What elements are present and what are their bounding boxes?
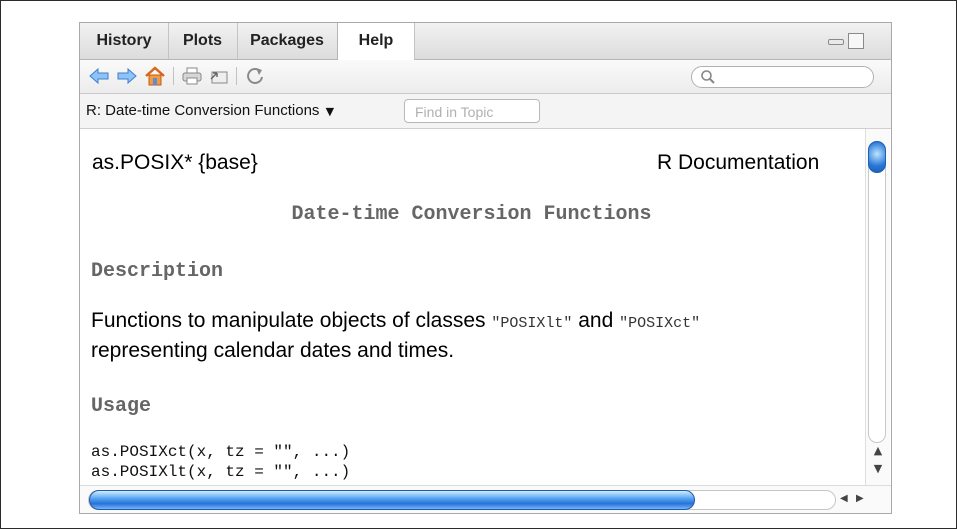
description-text: Functions to manipulate objects of class… xyxy=(91,307,861,364)
scroll-up-icon[interactable]: ▲ xyxy=(870,445,886,457)
vertical-scrollbar[interactable]: ▲ ▼ xyxy=(865,129,890,485)
code-posixct: "POSIXct" xyxy=(619,315,701,332)
home-icon xyxy=(145,66,165,86)
forward-arrow-icon xyxy=(117,68,137,84)
tab-bar: History Plots Packages Help xyxy=(80,23,891,60)
help-pane: History Plots Packages Help R: Date-time… xyxy=(79,22,892,514)
scroll-right-icon[interactable]: ▶ xyxy=(856,493,864,504)
print-icon xyxy=(182,67,202,85)
tab-history[interactable]: History xyxy=(80,23,169,59)
refresh-button[interactable] xyxy=(244,65,266,87)
horizontal-scroll-thumb[interactable] xyxy=(89,490,695,510)
back-button[interactable] xyxy=(88,65,110,87)
doc-title: Date-time Conversion Functions xyxy=(291,203,652,226)
home-button[interactable] xyxy=(144,65,166,87)
tab-plots[interactable]: Plots xyxy=(168,23,238,59)
description-pre: Functions to manipulate objects of class… xyxy=(91,309,492,332)
help-content: as.POSIX* {base} R Documentation Date-ti… xyxy=(80,129,863,485)
usage-heading: Usage xyxy=(91,395,152,418)
topic-bar: R: Date-time Conversion Functions ▼ Find… xyxy=(80,94,891,129)
code-posixlt: "POSIXlt" xyxy=(491,315,573,332)
usage-line: as.POSIXct(x, tz = "", ...) xyxy=(91,443,351,461)
toolbar-separator xyxy=(236,67,237,85)
tab-packages[interactable]: Packages xyxy=(237,23,338,59)
screenshot-frame: History Plots Packages Help R: Date-time… xyxy=(0,0,957,529)
topic-title: R: Date-time Conversion Functions xyxy=(86,102,320,119)
refresh-icon xyxy=(247,68,263,84)
doc-source: R Documentation xyxy=(657,151,820,174)
maximize-icon[interactable] xyxy=(848,33,864,49)
chevron-down-icon: ▼ xyxy=(325,105,335,118)
help-search-input[interactable] xyxy=(691,66,874,88)
vertical-scroll-track xyxy=(868,141,886,443)
horizontal-scrollbar[interactable]: ◀ ▶ xyxy=(80,485,891,513)
minimize-icon[interactable] xyxy=(828,39,844,45)
open-in-window-icon xyxy=(210,71,228,84)
vertical-scroll-thumb[interactable] xyxy=(868,141,886,173)
search-icon xyxy=(701,70,715,84)
scroll-left-icon[interactable]: ◀ xyxy=(840,493,848,504)
back-arrow-icon xyxy=(89,68,109,84)
tab-help[interactable]: Help xyxy=(337,23,415,60)
find-in-topic-field[interactable]: Find in Topic xyxy=(404,99,540,123)
toolbar-separator xyxy=(173,67,174,85)
description-and: and xyxy=(572,309,620,332)
print-button[interactable] xyxy=(181,65,203,87)
open-in-window-button[interactable] xyxy=(208,65,230,87)
doc-name: as.POSIX* {base} xyxy=(92,151,258,174)
help-toolbar xyxy=(80,60,891,94)
description-post: representing calendar dates and times. xyxy=(91,339,455,362)
scroll-down-icon[interactable]: ▼ xyxy=(870,463,886,475)
topic-dropdown[interactable]: R: Date-time Conversion Functions ▼ xyxy=(86,94,334,128)
usage-line: as.POSIXlt(x, tz = "", ...) xyxy=(91,463,351,481)
description-heading: Description xyxy=(91,260,224,283)
forward-button[interactable] xyxy=(116,65,138,87)
